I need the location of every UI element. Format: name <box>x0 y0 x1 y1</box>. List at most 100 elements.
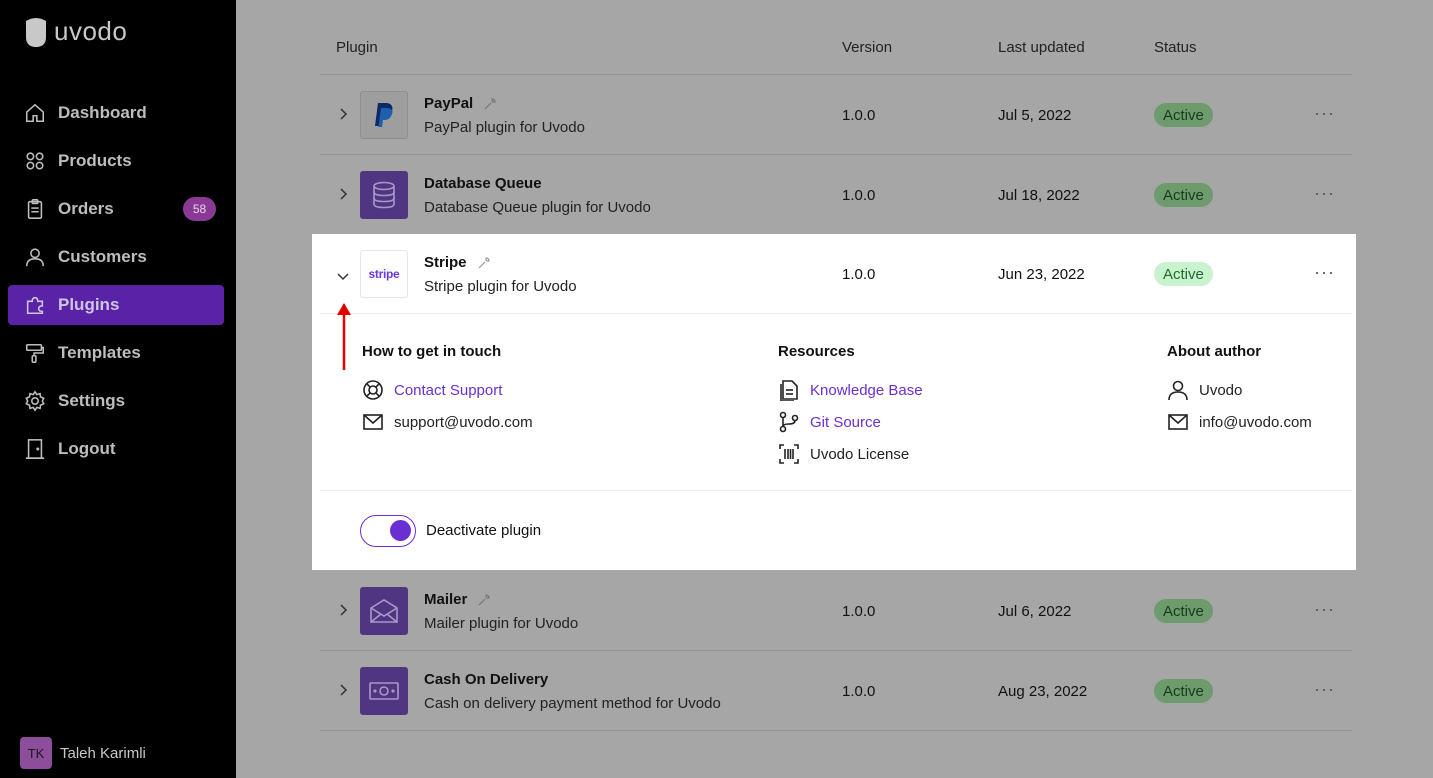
table-row[interactable]: PayPal PayPal plugin for Uvodo 1.0.0 Jul… <box>320 75 1352 155</box>
sidebar-item-label: Plugins <box>58 295 120 314</box>
plugin-description: Stripe plugin for Uvodo <box>424 278 577 295</box>
table-row[interactable]: Mailer Mailer plugin for Uvodo 1.0.0 Jul… <box>320 571 1352 651</box>
sidebar-item-products[interactable]: Products <box>8 141 224 181</box>
more-options-icon[interactable]: ··· <box>1314 262 1335 283</box>
plugin-name: Mailer <box>424 591 491 608</box>
sidebar-item-plugins[interactable]: Plugins <box>8 285 224 325</box>
plugin-last-updated: Jul 18, 2022 <box>998 187 1080 204</box>
table-row[interactable]: Database Queue Database Queue plugin for… <box>320 155 1352 235</box>
plugin-version: 1.0.0 <box>842 187 876 204</box>
toggle-label: Deactivate plugin <box>426 522 542 539</box>
plugin-name-text: Stripe <box>424 254 467 271</box>
plugin-last-updated: Aug 23, 2022 <box>998 683 1088 700</box>
user-name: Taleh Karimli <box>60 744 146 762</box>
plugin-description: Mailer plugin for Uvodo <box>424 615 579 632</box>
home-icon <box>25 103 45 123</box>
status-badge: Active <box>1154 679 1213 703</box>
plugin-name-text: Mailer <box>424 591 468 608</box>
author-email: info@uvodo.com <box>1167 411 1312 433</box>
knowledge-base-link[interactable]: Knowledge Base <box>778 379 923 401</box>
plugin-name: PayPal <box>424 95 497 112</box>
cash-on-delivery-logo <box>360 667 408 715</box>
status-badge: Active <box>1154 183 1213 207</box>
git-branch-icon <box>779 411 799 433</box>
status-badge: Active <box>1154 103 1213 127</box>
license: Uvodo License <box>778 443 909 465</box>
author-email-text: info@uvodo.com <box>1199 413 1312 431</box>
more-options-icon[interactable]: ··· <box>1314 103 1335 124</box>
mail-icon <box>1168 414 1188 430</box>
paypal-icon <box>375 103 393 127</box>
divider <box>320 490 1352 491</box>
user-icon <box>25 248 45 267</box>
status-badge: Active <box>1154 599 1213 623</box>
mail-icon <box>363 414 383 430</box>
plugin-description: Database Queue plugin for Uvodo <box>424 199 651 216</box>
plugin-version: 1.0.0 <box>842 266 876 283</box>
plugin-name-text: Cash On Delivery <box>424 671 549 688</box>
sidebar-item-customers[interactable]: Customers <box>8 237 224 277</box>
chevron-right-icon[interactable] <box>336 107 350 121</box>
plugin-description: PayPal plugin for Uvodo <box>424 119 585 136</box>
plugin-name-text: PayPal <box>424 95 474 112</box>
wrench-icon <box>484 97 496 109</box>
grid-icon <box>26 152 44 170</box>
wrench-icon <box>478 593 490 605</box>
sidebar-item-templates[interactable]: Templates <box>8 333 224 373</box>
envelope-open-icon <box>370 599 398 623</box>
toggle-knob <box>390 520 411 541</box>
table-row[interactable]: Cash On Delivery Cash on delivery paymen… <box>320 651 1352 731</box>
license-text: Uvodo License <box>810 445 910 463</box>
logo-text: uvodo <box>54 16 128 46</box>
author-name-text: Uvodo <box>1199 381 1243 399</box>
plugin-version: 1.0.0 <box>842 107 876 124</box>
gear-icon <box>25 390 45 412</box>
more-options-icon[interactable]: ··· <box>1314 183 1335 204</box>
paint-roller-icon <box>25 343 45 363</box>
resources-section-title: Resources <box>778 343 855 360</box>
barcode-icon <box>779 444 799 464</box>
support-email: support@uvodo.com <box>362 411 533 433</box>
sidebar-item-label: Settings <box>58 391 126 410</box>
plugin-last-updated: Jul 6, 2022 <box>998 603 1072 620</box>
plugin-version: 1.0.0 <box>842 603 876 620</box>
sidebar-item-dashboard[interactable]: Dashboard <box>8 93 224 133</box>
document-icon <box>780 380 798 401</box>
avatar: TK <box>20 737 52 769</box>
clipboard-icon <box>27 199 43 219</box>
logo[interactable]: uvodo <box>24 16 127 47</box>
paypal-logo <box>360 91 408 139</box>
sidebar-item-label: Logout <box>58 439 116 458</box>
contact-section-title: How to get in touch <box>362 343 502 360</box>
deactivate-plugin-toggle[interactable] <box>360 515 416 547</box>
chevron-right-icon[interactable] <box>336 187 350 201</box>
chevron-right-icon[interactable] <box>336 683 350 697</box>
puzzle-icon <box>26 296 44 315</box>
uvodo-logo-icon <box>26 17 46 47</box>
plugin-last-updated: Jul 5, 2022 <box>998 107 1072 124</box>
lifebuoy-icon <box>363 380 383 400</box>
git-source-link[interactable]: Git Source <box>778 411 881 433</box>
chevron-right-icon[interactable] <box>336 603 350 617</box>
author-section-title: About author <box>1167 343 1262 360</box>
chevron-down-icon[interactable] <box>336 269 350 283</box>
sidebar-item-label: Dashboard <box>58 103 147 122</box>
sidebar: uvodo Dashboard Products Orders 58 Custo… <box>0 0 236 778</box>
git-source-text: Git Source <box>810 413 881 431</box>
more-options-icon[interactable]: ··· <box>1314 679 1335 700</box>
knowledge-base-text: Knowledge Base <box>810 381 923 399</box>
sidebar-item-label: Templates <box>58 343 141 362</box>
plugin-description: Cash on delivery payment method for Uvod… <box>424 695 721 712</box>
banknote-icon <box>369 682 399 700</box>
database-icon <box>373 181 395 209</box>
more-options-icon[interactable]: ··· <box>1314 599 1335 620</box>
sidebar-item-logout[interactable]: Logout <box>8 429 224 469</box>
plugin-last-updated: Jun 23, 2022 <box>998 266 1085 283</box>
contact-support-link[interactable]: Contact Support <box>362 379 502 401</box>
database-queue-logo <box>360 171 408 219</box>
user-profile[interactable]: TK Taleh Karimli <box>20 737 146 769</box>
mailer-logo <box>360 587 408 635</box>
sidebar-item-settings[interactable]: Settings <box>8 381 224 421</box>
sidebar-item-orders[interactable]: Orders 58 <box>8 189 224 229</box>
table-row[interactable]: stripe Stripe Stripe plugin for Uvodo 1.… <box>320 234 1352 314</box>
